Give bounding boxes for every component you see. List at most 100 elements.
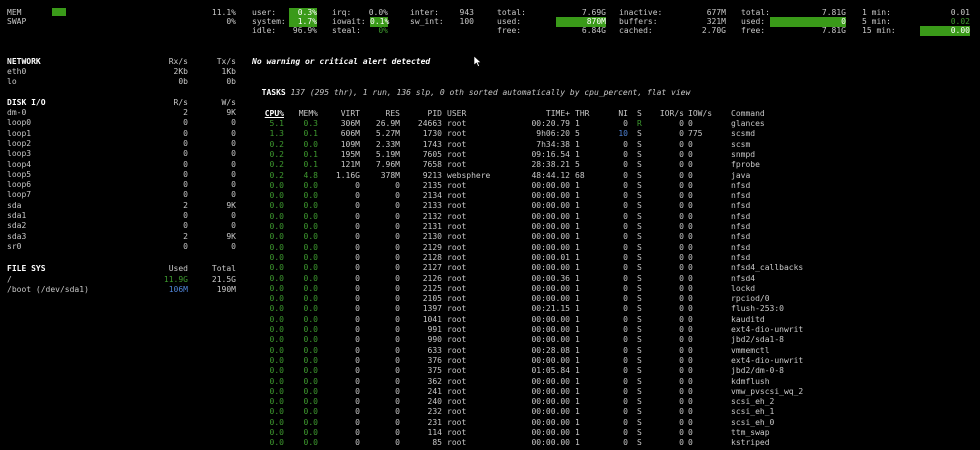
process-res: 0 xyxy=(395,314,400,324)
process-mem: 4.8 xyxy=(303,170,318,180)
process-command: nfsd4 xyxy=(731,273,756,283)
network-rx-header: Rx/s xyxy=(168,57,188,66)
process-virt: 0 xyxy=(355,273,360,283)
process-mem: 0.0 xyxy=(303,222,318,231)
process-io-write: 0 xyxy=(688,386,693,396)
swap-percent: 0% xyxy=(226,17,236,26)
process-res: 0 xyxy=(395,232,400,242)
column-header-virt[interactable]: VIRT xyxy=(330,109,360,119)
process-threads: 5 xyxy=(575,160,580,170)
process-cpu: 0.0 xyxy=(269,335,284,345)
process-cpu: 0.0 xyxy=(269,438,284,448)
process-threads: 1 xyxy=(575,222,580,231)
tasks-label: TASKS xyxy=(261,88,286,97)
process-pid: 376 xyxy=(427,355,442,365)
column-header-mem[interactable]: MEM% xyxy=(292,109,318,119)
process-virt: 0 xyxy=(355,345,360,355)
process-user: root xyxy=(447,242,467,252)
process-io-read: 0 xyxy=(679,397,684,407)
process-pid: 24663 xyxy=(417,119,442,128)
column-header-iow[interactable]: IOW/s xyxy=(688,109,712,119)
file-sys-total-header: Total xyxy=(211,264,236,273)
process-user: root xyxy=(447,252,467,262)
process-virt: 195M xyxy=(340,149,360,159)
process-time: 00:00.36 xyxy=(531,273,570,283)
process-io-write: 0 xyxy=(688,407,693,417)
process-status: S xyxy=(637,160,642,170)
process-nice: 0 xyxy=(623,222,628,231)
process-command: scsmd xyxy=(731,129,756,139)
column-header-ni[interactable]: NI xyxy=(614,109,628,119)
process-mem: 0.0 xyxy=(303,325,318,334)
column-header-ior[interactable]: IOR/s xyxy=(656,109,684,119)
process-virt: 0 xyxy=(355,428,360,437)
process-cpu: 1.3 xyxy=(269,129,284,139)
process-res: 5.27M xyxy=(375,129,400,139)
process-user: root xyxy=(447,201,467,211)
process-mem: 0.0 xyxy=(303,201,318,211)
disk-write-value: 0 xyxy=(231,211,236,220)
process-command: vmmemctl xyxy=(731,345,770,355)
column-header-res[interactable]: RES xyxy=(364,109,400,119)
process-user: root xyxy=(447,119,467,128)
process-mem: 0.0 xyxy=(303,139,318,149)
process-command: nfsd xyxy=(731,211,751,221)
process-io-read: 0 xyxy=(679,273,684,283)
process-status: S xyxy=(637,304,642,314)
process-cpu: 0.0 xyxy=(269,325,284,334)
disk-read-value: 0 xyxy=(183,211,188,220)
disk-read-value: 2 xyxy=(183,231,188,241)
process-cpu: 0.2 xyxy=(269,139,284,149)
column-header-command[interactable]: Command xyxy=(731,109,765,119)
process-io-read: 0 xyxy=(679,325,684,334)
column-header-user[interactable]: USER xyxy=(447,109,466,119)
process-io-write: 0 xyxy=(688,304,693,314)
network-tx-value: 1Kb xyxy=(221,67,236,76)
process-io-write: 0 xyxy=(688,366,693,376)
column-header-pid[interactable]: PID xyxy=(410,109,442,119)
file-sys-used-value: 11.9G xyxy=(163,275,188,284)
process-mem: 0.0 xyxy=(303,180,318,190)
process-user: root xyxy=(447,273,467,283)
process-user: root xyxy=(447,283,467,293)
tasks-text: 137 (295 thr), 1 run, 136 slp, 0 oth sor… xyxy=(285,88,691,97)
process-time: 00:00.01 xyxy=(531,252,570,262)
process-status: S xyxy=(637,129,642,139)
process-cpu: 0.2 xyxy=(269,160,284,170)
column-header-thr[interactable]: THR xyxy=(575,109,589,119)
process-nice: 0 xyxy=(623,335,628,345)
column-header-time[interactable]: TIME+ xyxy=(530,109,570,119)
process-status: S xyxy=(637,139,642,149)
process-time: 00:00.00 xyxy=(531,397,570,407)
process-user: root xyxy=(447,345,467,355)
process-virt: 0 xyxy=(355,180,360,190)
network-tx-header: Tx/s xyxy=(216,57,236,66)
process-pid: 2127 xyxy=(422,263,442,273)
process-pid: 9213 xyxy=(422,170,442,180)
column-header-s[interactable]: S xyxy=(637,109,642,119)
process-user: root xyxy=(447,335,467,345)
process-io-read: 0 xyxy=(679,211,684,221)
column-header-cpu[interactable]: CPU% xyxy=(258,109,284,119)
process-io-read: 0 xyxy=(679,366,684,376)
process-pid: 1730 xyxy=(422,129,442,139)
process-virt: 0 xyxy=(355,397,360,407)
disk-read-value: 0 xyxy=(183,190,188,200)
process-status: S xyxy=(637,263,642,273)
process-nice: 0 xyxy=(623,438,628,448)
process-nice: 0 xyxy=(623,139,628,149)
process-io-write: 0 xyxy=(688,294,693,304)
process-virt: 0 xyxy=(355,252,360,262)
process-io-write: 0 xyxy=(688,325,693,334)
process-cpu: 0.0 xyxy=(269,273,284,283)
process-io-read: 0 xyxy=(679,160,684,170)
process-time: 7h34:38 xyxy=(536,139,570,149)
process-mem: 0.0 xyxy=(303,428,318,437)
process-cpu: 0.0 xyxy=(269,252,284,262)
process-pid: 1041 xyxy=(422,314,442,324)
process-virt: 0 xyxy=(355,201,360,211)
cpu-swint-label: sw_int: xyxy=(410,17,444,26)
disk-name: sr0 xyxy=(7,241,22,251)
process-command: nfsd4_callbacks xyxy=(731,263,804,273)
process-time: 00:20.79 xyxy=(531,119,570,128)
